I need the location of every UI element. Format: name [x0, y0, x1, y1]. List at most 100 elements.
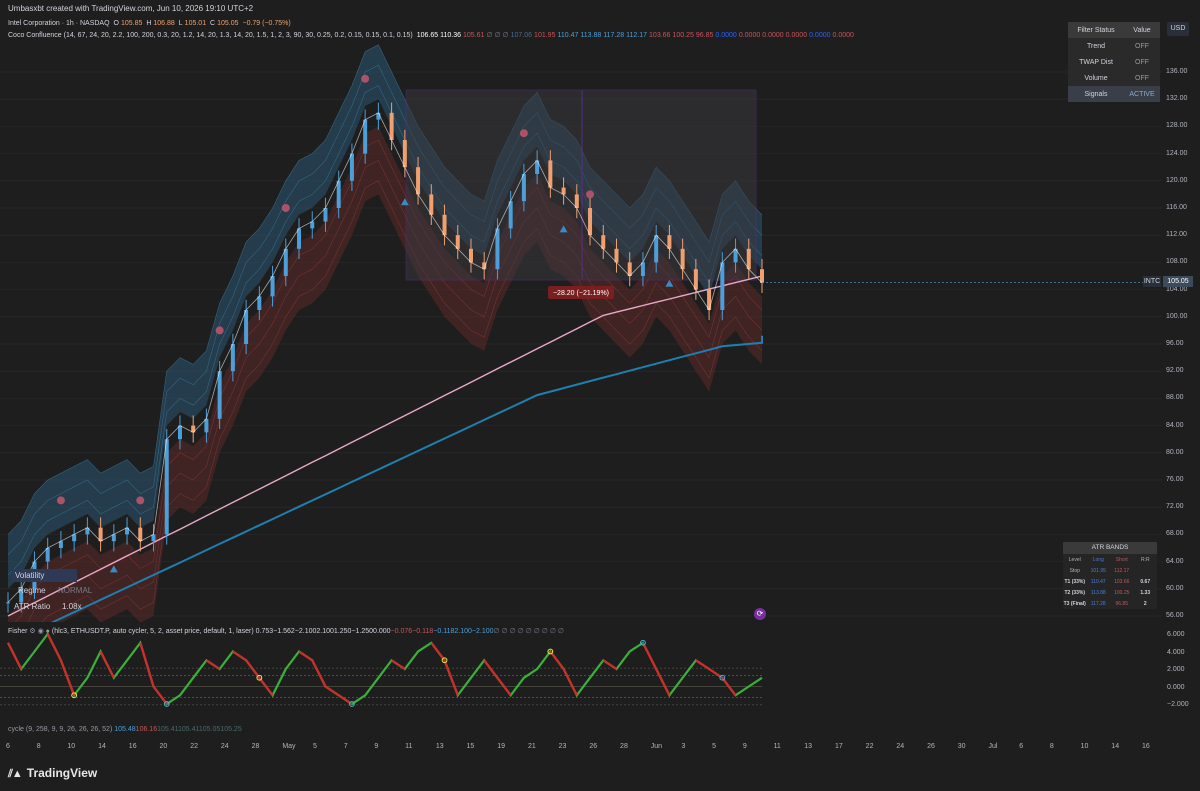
regime-value: NORMAL — [58, 586, 93, 595]
candle-body — [416, 167, 421, 195]
candle-body — [244, 310, 249, 344]
indicator-value: ∅ ∅ ∅ — [486, 32, 509, 39]
last-price-label: 105.05 — [1163, 276, 1193, 287]
time-tick: 16 — [1142, 743, 1150, 750]
fisher-name[interactable]: Fisher — [8, 628, 27, 635]
candle-body — [760, 269, 764, 283]
time-tick: 16 — [128, 743, 137, 750]
sell-signal-dot — [361, 74, 370, 83]
time-tick: 22 — [190, 743, 198, 750]
time-tick: 13 — [804, 743, 813, 750]
high-label: H — [146, 20, 152, 27]
price-tick: 116.00 — [1166, 204, 1187, 211]
candle-body — [588, 208, 593, 236]
candle-body — [336, 180, 341, 208]
atr-short: 112.17 — [1114, 567, 1130, 574]
symbol-title[interactable]: Intel Corporation · 1h · NASDAQ — [8, 20, 110, 27]
time-tick: 20 — [159, 743, 168, 750]
price-tick: 120.00 — [1166, 176, 1188, 184]
time-tick: 22 — [865, 743, 874, 750]
candle-body — [667, 235, 672, 249]
low-label: L — [178, 20, 183, 27]
fisher-down-segment — [205, 659, 221, 670]
candle-body — [468, 248, 473, 263]
candle-body — [138, 527, 143, 542]
indicator-legend[interactable]: Coco Confluence (14, 67, 24, 20, 2.2, 10… — [8, 31, 858, 39]
candle-body — [746, 248, 751, 270]
fisher-legend[interactable]: Fisher ⚙ ◉ ● (hlc3, ETHUSDT.P, auto cycl… — [8, 627, 564, 635]
symbol-legend[interactable]: Intel Corporation · 1h · NASDAQ O 105.85 … — [8, 20, 293, 27]
replay-icon[interactable]: ⟳ — [754, 608, 766, 620]
fisher-down-segment — [152, 685, 168, 705]
fisher-down-segment — [298, 650, 313, 662]
atr-short: 100.25 — [1114, 589, 1130, 596]
time-tick: 11 — [405, 743, 413, 750]
atr-row: Stop 101.95 112.17 — [1063, 565, 1157, 576]
fisher-values: 0.753−1.562−2.1002.1001.250−1.2500.000−0… — [256, 628, 564, 635]
price-axis[interactable]: 136.00 132.00 128.00 124.00 120.00 116.00 112.… — [1162, 0, 1200, 622]
candle-body — [707, 289, 712, 310]
atr-short: 96.85 — [1115, 600, 1128, 607]
price-tick: 136.00 — [1166, 68, 1188, 75]
fisher-down-segment — [443, 659, 459, 696]
fisher-settings-icon[interactable]: ⚙ ◉ ● — [29, 628, 50, 635]
candle-body — [654, 235, 659, 263]
atr-level: T1 (33%) — [1064, 578, 1086, 585]
sell-signal-dot — [215, 326, 224, 335]
candle-body — [98, 527, 103, 542]
atr-header-level: Level — [1068, 556, 1081, 563]
indicator-value: 103.66 — [649, 32, 671, 39]
price-chart[interactable]: −28.20 (−21.19%) — [0, 0, 1162, 622]
measure-box — [405, 89, 757, 281]
time-tick: 9 — [742, 743, 747, 750]
atr-level: T2 (33%) — [1064, 589, 1086, 596]
filter-table-header: Filter Status Value — [1068, 22, 1160, 38]
fisher-down-segment — [232, 650, 247, 662]
fisher-down-segment — [46, 633, 62, 661]
filter-name: Volume — [1084, 74, 1108, 82]
indicator-value: 117.28 — [603, 32, 625, 39]
fisher-value: 2.100 — [316, 628, 334, 635]
tradingview-app: −28.20 (−21.19%) Umbasxbt created with T… — [0, 0, 1200, 791]
atr-row: T3 (Final) 117.28 96.85 2 — [1063, 598, 1157, 609]
candle-body — [508, 201, 513, 229]
price-tick: 96.00 — [1166, 340, 1184, 347]
fisher-value: 0.000 — [373, 628, 391, 635]
candle-body — [6, 602, 10, 604]
candle-body — [177, 425, 182, 440]
indicator-name[interactable]: Coco Confluence (14, 67, 24, 20, 2.2, 10… — [8, 32, 413, 39]
indicator-value: 100.25 — [672, 32, 694, 39]
time-tick: 26 — [927, 743, 935, 750]
candle-body — [693, 269, 698, 290]
filter-name: Trend — [1086, 42, 1106, 50]
time-axis[interactable]: 6 8 10 14 16 20 22 24 28 May 5 7 9 11 13 15 19 21 23 26 28 Ju… — [0, 740, 1162, 754]
candle-body — [495, 228, 500, 270]
filter-value: OFF — [1135, 42, 1149, 50]
time-tick: 11 — [773, 743, 781, 750]
price-tick: 60.00 — [1166, 584, 1184, 592]
osc-tick: 2.000 — [1167, 666, 1185, 673]
candle-body — [45, 548, 50, 562]
time-tick: 7 — [343, 743, 348, 750]
fisher-down-segment — [139, 642, 155, 687]
candle-body — [257, 296, 262, 310]
sell-signal-dot — [56, 496, 65, 505]
currency-button[interactable]: USD — [1167, 22, 1189, 36]
cycle-legend[interactable]: cycle (9, 258, 9, 9, 26, 26, 26, 52) 105… — [8, 726, 242, 733]
fisher-down-segment — [562, 668, 578, 696]
atr-rr: 1.33 — [1140, 589, 1151, 596]
fisher-value: ∅ ∅ ∅ ∅ ∅ ∅ ∅ ∅ ∅ — [493, 628, 564, 635]
time-tick: 14 — [1111, 743, 1120, 750]
filter-value: OFF — [1135, 58, 1149, 66]
cycle-value: 105.48 — [114, 726, 136, 733]
cycle-name[interactable]: cycle (9, 258, 9, 9, 26, 26, 26, 52) — [8, 726, 112, 733]
fisher-value: 1.250 — [333, 628, 352, 635]
candle-body — [521, 174, 526, 202]
atr-header-long: Long — [1092, 556, 1104, 563]
atr-header-rr: R:R — [1140, 556, 1150, 563]
price-tick: 68.00 — [1166, 530, 1184, 538]
fisher-oscillator-pane[interactable] — [0, 622, 1162, 726]
header-value: Value — [1133, 26, 1151, 34]
close-label: C — [210, 20, 216, 27]
price-tick: 100.00 — [1166, 312, 1188, 320]
